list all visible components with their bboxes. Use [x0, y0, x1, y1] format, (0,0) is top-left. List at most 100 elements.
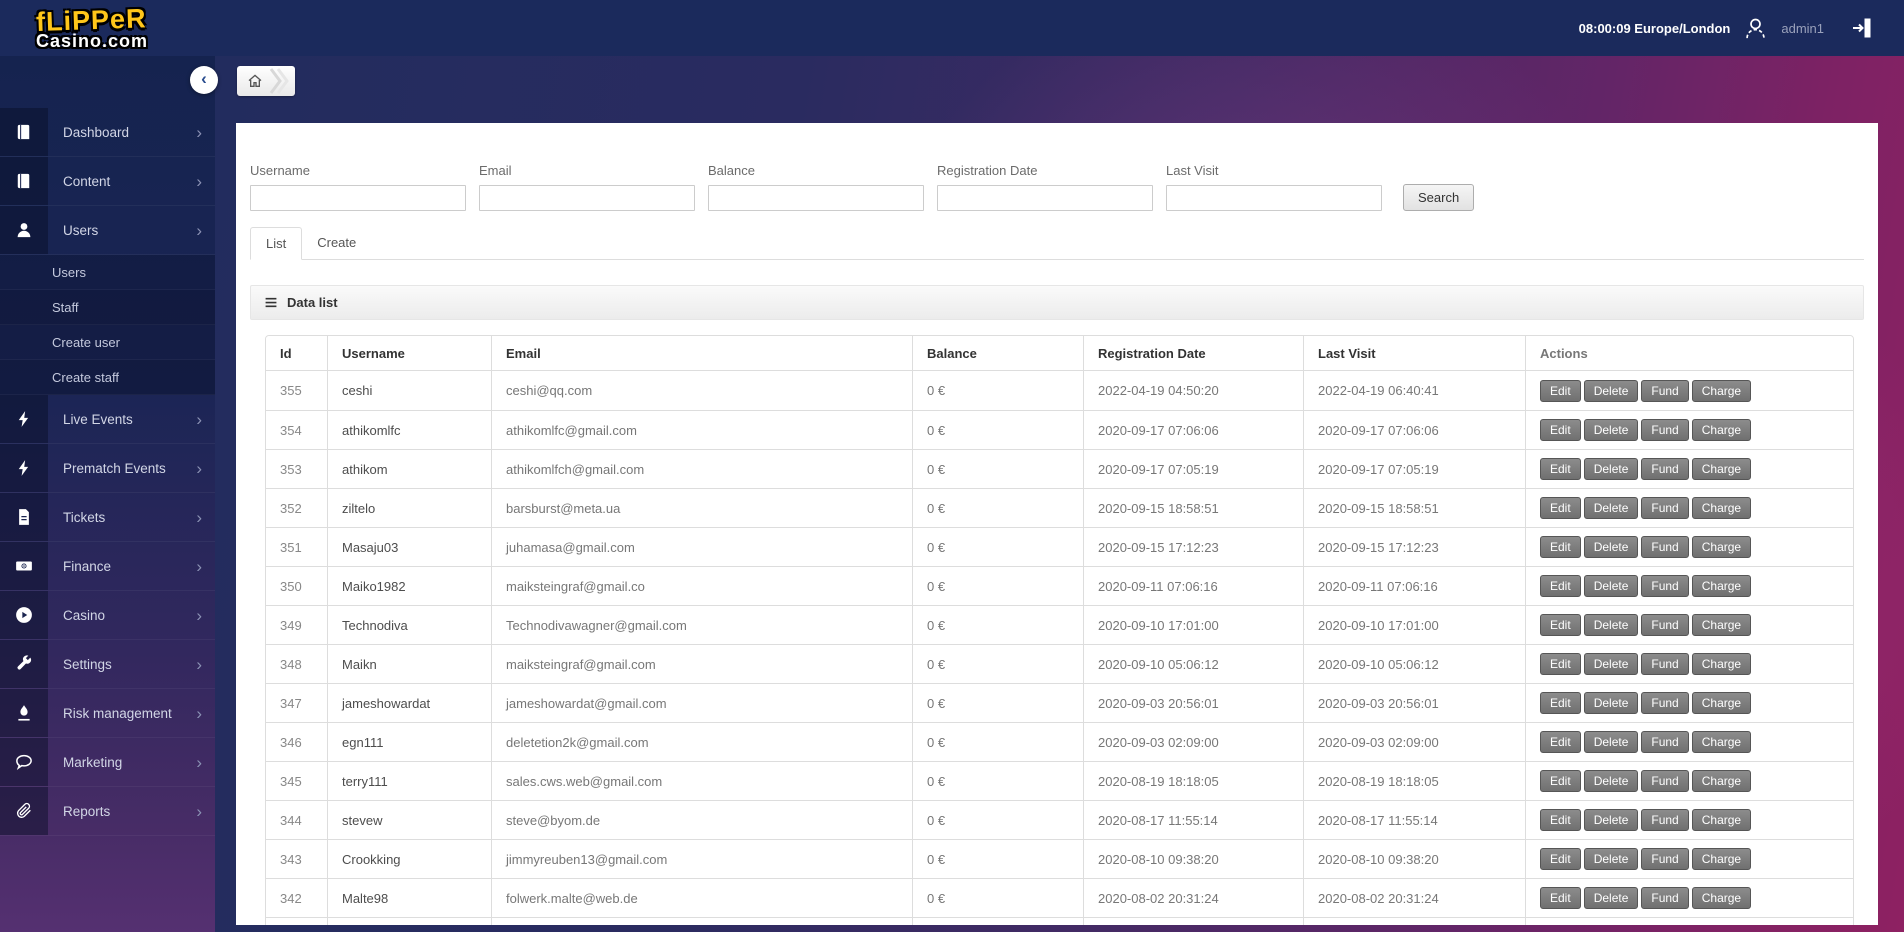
search-button[interactable]: Search [1403, 184, 1475, 211]
fund-button[interactable]: Fund [1641, 770, 1689, 792]
fund-button[interactable]: Fund [1641, 497, 1689, 519]
edit-button[interactable]: Edit [1540, 419, 1581, 441]
fund-button[interactable]: Fund [1641, 458, 1689, 480]
sidebar-collapse-button[interactable]: ‹ [190, 66, 218, 94]
sidebar-item-dashboard[interactable]: Dashboard › [0, 108, 215, 157]
charge-button[interactable]: Charge [1691, 497, 1752, 519]
tab-create[interactable]: Create [302, 227, 371, 259]
delete-button[interactable]: Delete [1583, 614, 1639, 636]
actions-cell: EditDeleteFundCharge [1525, 410, 1853, 449]
delete-button[interactable]: Delete [1583, 809, 1639, 831]
casino-logo[interactable]: fLiPPeR Casino.com [0, 3, 215, 52]
delete-button[interactable]: Delete [1583, 653, 1639, 675]
delete-button[interactable]: Delete [1583, 419, 1639, 441]
sidebar-nav: Dashboard › Content › Users › Users Staff Create… [0, 56, 215, 932]
charge-button[interactable]: Charge [1691, 848, 1752, 870]
filter-input-username[interactable] [250, 185, 466, 211]
delete-button[interactable]: Delete [1583, 848, 1639, 870]
charge-button[interactable]: Charge [1691, 419, 1752, 441]
sidebar-item-finance[interactable]: Finance › [0, 542, 215, 591]
delete-button[interactable]: Delete [1583, 770, 1639, 792]
charge-button[interactable]: Charge [1691, 458, 1752, 480]
edit-button[interactable]: Edit [1540, 653, 1581, 675]
balance-cell: 0 € [912, 917, 1083, 925]
username-cell: Malte98 [327, 878, 491, 917]
fund-button[interactable]: Fund [1641, 614, 1689, 636]
sidebar-subitem-users[interactable]: Users [0, 255, 215, 290]
delete-button[interactable]: Delete [1583, 887, 1639, 909]
last-visit-cell: 2020-09-17 07:05:19 [1303, 449, 1525, 488]
edit-button[interactable]: Edit [1540, 614, 1581, 636]
sidebar-item-risk-management[interactable]: Risk management › [0, 689, 215, 738]
filter-input-registration-date[interactable] [937, 185, 1153, 211]
id-cell: 347 [266, 683, 327, 722]
sidebar-item-live-events[interactable]: Live Events › [0, 395, 215, 444]
delete-button[interactable]: Delete [1583, 536, 1639, 558]
sidebar-item-prematch-events[interactable]: Prematch Events › [0, 444, 215, 493]
table-row-user-352: 352 ziltelo barsburst@meta.ua 0 €2020-09-15… [266, 488, 1853, 527]
charge-button[interactable]: Charge [1691, 379, 1752, 402]
filter-input-balance[interactable] [708, 185, 924, 211]
edit-button[interactable]: Edit [1540, 731, 1581, 753]
charge-button[interactable]: Charge [1691, 809, 1752, 831]
fund-button[interactable]: Fund [1641, 809, 1689, 831]
sidebar-item-settings[interactable]: Settings › [0, 640, 215, 689]
sidebar-subitem-staff[interactable]: Staff [0, 290, 215, 325]
id-cell: 353 [266, 449, 327, 488]
charge-button[interactable]: Charge [1691, 887, 1752, 909]
filter-input-email[interactable] [479, 185, 695, 211]
column-header-username: Username [327, 336, 491, 371]
fund-button[interactable]: Fund [1641, 419, 1689, 441]
sidebar-item-tickets[interactable]: Tickets › [0, 493, 215, 542]
sidebar-item-marketing[interactable]: Marketing › [0, 738, 215, 787]
sidebar-subitem-create-user[interactable]: Create user [0, 325, 215, 360]
charge-button[interactable]: Charge [1691, 731, 1752, 753]
tab-list[interactable]: List [250, 227, 303, 260]
breadcrumb[interactable] [237, 66, 295, 96]
fund-button[interactable]: Fund [1641, 536, 1689, 558]
edit-button[interactable]: Edit [1540, 809, 1581, 831]
edit-button[interactable]: Edit [1540, 497, 1581, 519]
id-cell: 341 [266, 917, 327, 925]
id-cell: 348 [266, 644, 327, 683]
last-visit-cell: 2020-08-02 15:40:40 [1303, 917, 1525, 925]
charge-button[interactable]: Charge [1691, 770, 1752, 792]
fund-button[interactable]: Fund [1641, 887, 1689, 909]
sidebar-item-users[interactable]: Users › [0, 206, 215, 255]
edit-button[interactable]: Edit [1540, 692, 1581, 714]
delete-button[interactable]: Delete [1583, 458, 1639, 480]
delete-button[interactable]: Delete [1583, 497, 1639, 519]
edit-button[interactable]: Edit [1540, 536, 1581, 558]
edit-button[interactable]: Edit [1540, 848, 1581, 870]
charge-button[interactable]: Charge [1691, 653, 1752, 675]
edit-button[interactable]: Edit [1540, 458, 1581, 480]
edit-button[interactable]: Edit [1540, 379, 1581, 402]
fund-button[interactable]: Fund [1641, 575, 1689, 597]
fund-button[interactable]: Fund [1641, 692, 1689, 714]
fund-button[interactable]: Fund [1641, 653, 1689, 675]
delete-button[interactable]: Delete [1583, 731, 1639, 753]
charge-button[interactable]: Charge [1691, 692, 1752, 714]
username-cell: Masaju03 [327, 527, 491, 566]
fund-button[interactable]: Fund [1641, 379, 1689, 402]
edit-button[interactable]: Edit [1540, 575, 1581, 597]
delete-button[interactable]: Delete [1583, 575, 1639, 597]
sidebar-item-content[interactable]: Content › [0, 157, 215, 206]
charge-button[interactable]: Charge [1691, 536, 1752, 558]
edit-button[interactable]: Edit [1540, 887, 1581, 909]
charge-button[interactable]: Charge [1691, 614, 1752, 636]
sidebar-item-reports[interactable]: Reports › [0, 787, 215, 836]
delete-button[interactable]: Delete [1583, 379, 1639, 402]
filter-group-username: Username [250, 163, 466, 211]
edit-button[interactable]: Edit [1540, 770, 1581, 792]
charge-button[interactable]: Charge [1691, 575, 1752, 597]
logout-icon[interactable] [1850, 15, 1874, 41]
filter-input-last-visit[interactable] [1166, 185, 1382, 211]
sidebar-item-casino[interactable]: Casino › [0, 591, 215, 640]
delete-button[interactable]: Delete [1583, 692, 1639, 714]
fund-button[interactable]: Fund [1641, 848, 1689, 870]
sidebar-subitem-create-staff[interactable]: Create staff [0, 360, 215, 395]
column-header-registration-date: Registration Date [1083, 336, 1303, 371]
actions-cell: EditDeleteFundCharge [1525, 722, 1853, 761]
fund-button[interactable]: Fund [1641, 731, 1689, 753]
